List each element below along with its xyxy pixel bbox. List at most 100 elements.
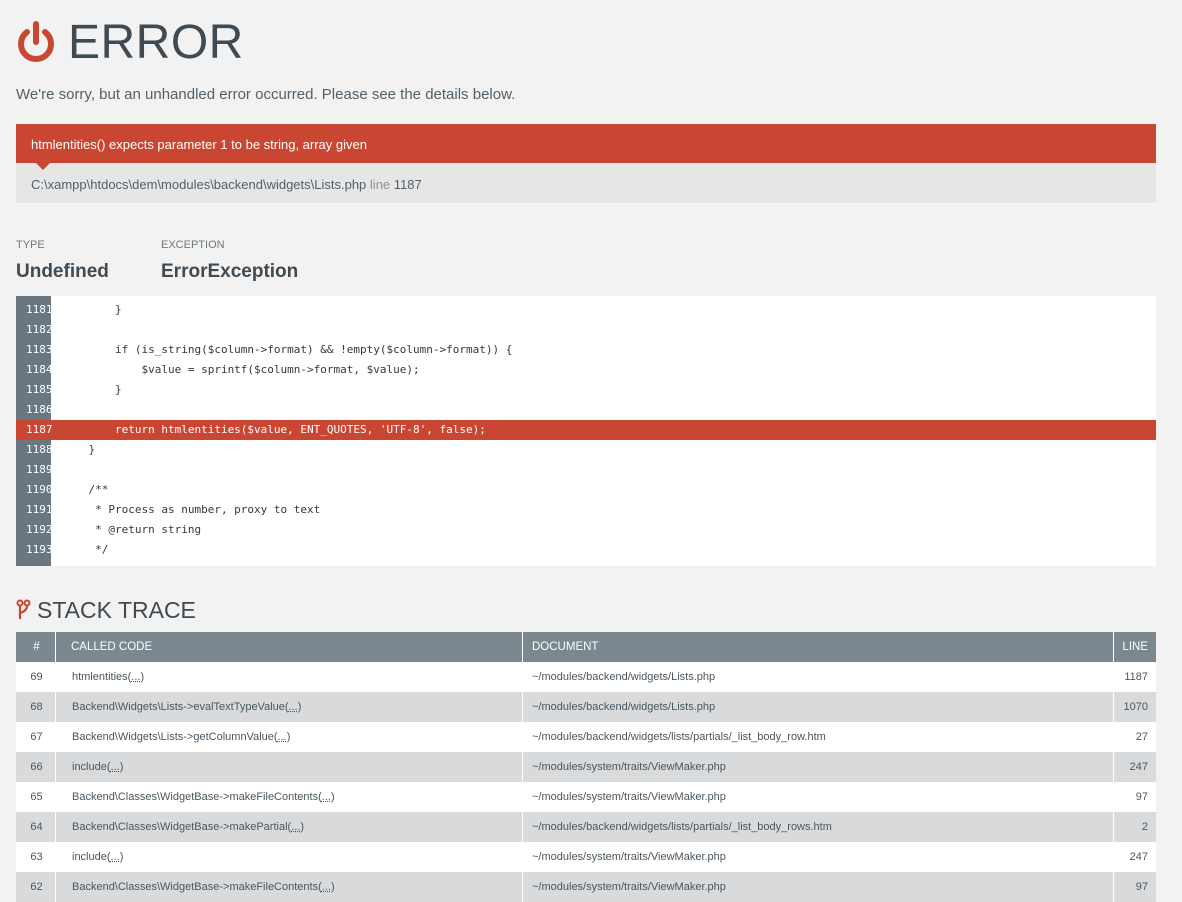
code-line: 1191 * Process as number, proxy to text <box>16 500 1156 520</box>
row-called-code: include(...) <box>55 752 522 782</box>
args-toggle[interactable]: ... <box>291 821 300 833</box>
code-line: 1186 <box>16 400 1156 420</box>
table-row: 68 Backend\Widgets\Lists->evalTextTypeVal… <box>16 692 1156 722</box>
row-document: ~/modules/system/traits/ViewMaker.php <box>522 872 1113 902</box>
row-num: 66 <box>16 752 55 782</box>
code-line: 1188 } <box>16 440 1156 460</box>
table-row: 66 include(...) ~/modules/system/traits/Vi… <box>16 752 1156 782</box>
args-toggle[interactable]: ... <box>322 791 331 803</box>
row-document: ~/modules/backend/widgets/lists/partials… <box>522 722 1113 752</box>
line-number: 1189 <box>16 460 51 480</box>
row-line: 1187 <box>1113 662 1156 692</box>
error-message: htmlentities() expects parameter 1 to be… <box>16 124 1156 163</box>
row-called-code: Backend\Classes\WidgetBase->makeFileCont… <box>55 782 522 812</box>
called-code-close: ) <box>300 821 304 833</box>
code-line: 1182 <box>16 320 1156 340</box>
line-source: * @return string <box>62 520 201 540</box>
line-number: 1183 <box>16 340 51 360</box>
code-snippet: 1181 } 1182 1183 if (is_string($column->fo… <box>16 296 1156 566</box>
col-line: LINE <box>1113 632 1156 662</box>
called-code-text: htmlentities( <box>57 671 131 683</box>
called-code-text: Backend\Widgets\Lists->getColumnValue( <box>57 731 278 743</box>
code-line: 1192 * @return string <box>16 520 1156 540</box>
row-called-code: Backend\Widgets\Lists->evalTextTypeValue… <box>55 692 522 722</box>
page-header: ERROR <box>16 18 244 68</box>
args-toggle[interactable]: ... <box>278 731 287 743</box>
row-document: ~/modules/system/traits/ViewMaker.php <box>522 782 1113 812</box>
called-code-text: Backend\Classes\WidgetBase->makeFileCont… <box>57 791 322 803</box>
row-num: 69 <box>16 662 55 692</box>
code-line: 1193 */ <box>16 540 1156 560</box>
table-row: 64 Backend\Classes\WidgetBase->makePartia… <box>16 812 1156 842</box>
code-line: 1184 $value = sprintf($column->format, $… <box>16 360 1156 380</box>
row-num: 62 <box>16 872 55 902</box>
args-toggle[interactable]: ... <box>289 701 298 713</box>
row-document: ~/modules/backend/widgets/lists/partials… <box>522 812 1113 842</box>
row-called-code: Backend\Classes\WidgetBase->makePartial(… <box>55 812 522 842</box>
called-code-text: include( <box>57 851 111 863</box>
code-line: 1190 /** <box>16 480 1156 500</box>
row-line: 247 <box>1113 752 1156 782</box>
table-row: 63 include(...) ~/modules/system/traits/Vi… <box>16 842 1156 872</box>
line-number: 1191 <box>16 500 51 520</box>
table-row: 62 Backend\Classes\WidgetBase->makeFileCo… <box>16 872 1156 902</box>
row-line: 247 <box>1113 842 1156 872</box>
table-row: 67 Backend\Widgets\Lists->getColumnValue(… <box>16 722 1156 752</box>
error-location: C:\xampp\htdocs\dem\modules\backend\widg… <box>16 163 1156 203</box>
line-number: 1193 <box>16 540 51 560</box>
code-line: 1183 if (is_string($column->format) && !… <box>16 340 1156 360</box>
code-line: 1185 } <box>16 380 1156 400</box>
row-line: 97 <box>1113 872 1156 902</box>
error-line-label: line <box>370 177 390 192</box>
branch-icon <box>16 599 31 621</box>
called-code-close: ) <box>140 671 144 683</box>
line-number: 1182 <box>16 320 51 340</box>
table-row: 69 htmlentities(...) ~/modules/backend/wid… <box>16 662 1156 692</box>
exception-label: EXCEPTION <box>161 239 225 251</box>
row-line: 27 <box>1113 722 1156 752</box>
col-num: # <box>16 632 55 662</box>
called-code-text: Backend\Classes\WidgetBase->makePartial( <box>57 821 291 833</box>
row-num: 65 <box>16 782 55 812</box>
row-document: ~/modules/system/traits/ViewMaker.php <box>522 842 1113 872</box>
row-document: ~/modules/backend/widgets/Lists.php <box>522 662 1113 692</box>
line-number: 1190 <box>16 480 51 500</box>
line-source: return htmlentities($value, ENT_QUOTES, … <box>62 420 486 440</box>
stack-trace-header: STACK TRACE <box>16 596 196 624</box>
line-number: 1192 <box>16 520 51 540</box>
line-source: } <box>62 440 95 460</box>
row-document: ~/modules/system/traits/ViewMaker.php <box>522 752 1113 782</box>
code-line: 1189 <box>16 460 1156 480</box>
line-source: } <box>62 380 122 400</box>
called-code-close: ) <box>331 881 335 893</box>
error-line-number: 1187 <box>394 177 422 192</box>
type-label: TYPE <box>16 239 45 251</box>
row-called-code: Backend\Widgets\Lists->getColumnValue(..… <box>55 722 522 752</box>
line-source: } <box>62 300 122 320</box>
called-code-text: Backend\Classes\WidgetBase->makeFileCont… <box>57 881 322 893</box>
line-number: 1185 <box>16 380 51 400</box>
line-number: 1181 <box>16 300 51 320</box>
called-code-close: ) <box>120 761 124 773</box>
args-toggle[interactable]: ... <box>111 851 120 863</box>
col-document: DOCUMENT <box>522 632 1113 662</box>
line-source: /** <box>62 480 108 500</box>
row-num: 67 <box>16 722 55 752</box>
args-toggle[interactable]: ... <box>111 761 120 773</box>
code-line: 1181 } <box>16 300 1156 320</box>
called-code-close: ) <box>331 791 335 803</box>
called-code-close: ) <box>287 731 291 743</box>
row-called-code: htmlentities(...) <box>55 662 522 692</box>
stack-trace-title: STACK TRACE <box>37 597 196 624</box>
line-number: 1184 <box>16 360 51 380</box>
exception-value: ErrorException <box>161 261 298 283</box>
error-file: C:\xampp\htdocs\dem\modules\backend\widg… <box>31 177 366 192</box>
row-num: 68 <box>16 692 55 722</box>
args-toggle[interactable]: ... <box>322 881 331 893</box>
line-source: if (is_string($column->format) && !empty… <box>62 340 512 360</box>
table-row: 65 Backend\Classes\WidgetBase->makeFileCo… <box>16 782 1156 812</box>
type-value: Undefined <box>16 261 109 283</box>
line-number: 1187 <box>16 420 51 440</box>
row-line: 97 <box>1113 782 1156 812</box>
line-source: */ <box>62 540 108 560</box>
